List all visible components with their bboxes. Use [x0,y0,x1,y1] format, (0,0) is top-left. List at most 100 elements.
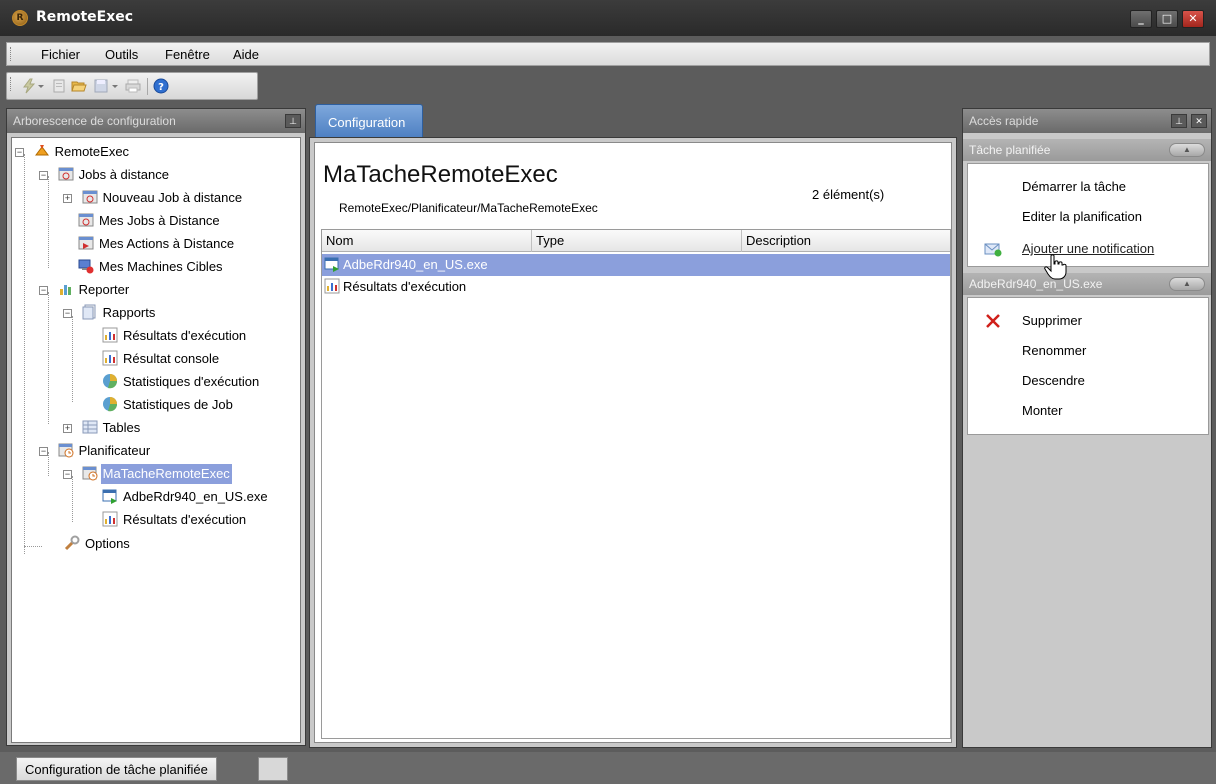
tree-node-jobs[interactable]: − Jobs à distance [39,165,171,185]
quick-access-title: Accès rapide [969,114,1039,128]
menu-fenetre[interactable]: Fenêtre [165,47,210,62]
tree-node-statistiques-job[interactable]: Statistiques de Job [102,395,235,415]
column-nom[interactable]: Nom [322,230,532,252]
tree-node-reporter[interactable]: − Reporter [39,280,131,300]
tree-node-resultat-console[interactable]: Résultat console [102,349,221,369]
menu-aide[interactable]: Aide [233,47,259,62]
reporter-icon [59,285,71,295]
scheduled-task-icon [82,466,98,481]
status-cell-empty [258,757,288,781]
collapse-toggle[interactable]: − [39,171,48,180]
section-body-tache: Démarrer la tâche Editer la planificatio… [967,163,1209,267]
tree-node-remoteexec[interactable]: − RemoteExec [15,142,131,162]
list-item[interactable]: AdbeRdr940_en_US.exe [322,254,950,276]
bar-chart-icon [102,327,118,343]
action-add-notification[interactable]: Ajouter une notification [968,236,1208,262]
remote-action-icon [78,236,94,250]
executable-icon [102,489,117,504]
status-text: Configuration de tâche planifiée [16,757,217,781]
dropdown-arrow-icon[interactable] [37,78,45,94]
action-move-down[interactable]: Descendre [968,368,1208,394]
menu-grip[interactable] [10,47,13,61]
tree-node-adberdr[interactable]: AdbeRdr940_en_US.exe [102,487,270,507]
tree-node-tables[interactable]: + Tables [63,418,142,438]
dropdown-arrow-icon[interactable] [111,78,119,94]
tree-line [72,316,73,402]
close-icon[interactable]: ✕ [1191,114,1207,128]
tree-node-mes-actions[interactable]: Mes Actions à Distance [78,234,236,254]
help-icon[interactable]: ? [153,78,169,94]
tree-node-resultats-execution[interactable]: Résultats d'exécution [102,326,248,346]
quick-access-header: Accès rapide ⊥ ✕ [963,109,1211,133]
tree-line [24,154,25,554]
tree-node-mes-machines[interactable]: Mes Machines Cibles [78,257,225,277]
chevron-up-icon[interactable]: ▲ [1169,277,1205,291]
collapse-toggle[interactable]: − [63,309,72,318]
column-description[interactable]: Description [742,230,950,252]
expand-toggle[interactable]: + [63,194,72,203]
action-delete[interactable]: Supprimer [968,308,1208,334]
action-rename[interactable]: Renommer [968,338,1208,364]
section-title: Tâche planifiée [969,143,1051,157]
open-folder-icon[interactable] [71,78,87,94]
bar-chart-icon [324,278,340,294]
collapse-toggle[interactable]: − [15,148,24,157]
bar-chart-icon [102,350,118,366]
list-header: Nom Type Description [322,230,950,252]
expand-toggle[interactable]: + [63,424,72,433]
tree-node-planificateur[interactable]: − Planificateur [39,441,152,461]
close-button[interactable]: ✕ [1182,10,1204,28]
section-header-tache[interactable]: Tâche planifiée ▲ [963,139,1211,161]
save-icon[interactable] [93,78,109,94]
tree-node-resultats-execution-task[interactable]: Résultats d'exécution [102,510,248,530]
collapse-toggle[interactable]: − [39,447,48,456]
reports-icon [82,304,96,320]
configuration-panel: MaTacheRemoteExec RemoteExec/Planificate… [309,137,957,748]
action-start-task[interactable]: Démarrer la tâche [968,174,1208,200]
pin-icon[interactable]: ⊥ [285,114,301,128]
title-bar: R RemoteExec _ □ ✕ [0,0,1216,36]
tree-node-rapports[interactable]: − Rapports [63,303,157,323]
app-logo-icon: R [12,10,28,26]
action-move-up[interactable]: Monter [968,398,1208,424]
tab-configuration[interactable]: Configuration [315,104,423,138]
column-type[interactable]: Type [532,230,742,252]
breadcrumb: RemoteExec/Planificateur/MaTacheRemoteEx… [339,201,598,215]
tree-node-mes-jobs[interactable]: Mes Jobs à Distance [78,211,222,231]
print-icon[interactable] [125,78,141,94]
config-tree: − RemoteExec − Jobs à distance + Nouveau… [11,137,301,743]
run-icon[interactable] [21,78,37,94]
wrench-icon [64,535,80,551]
chevron-up-icon[interactable]: ▲ [1169,143,1205,157]
tree-node-nouveau-job[interactable]: + Nouveau Job à distance [63,188,244,208]
tree-node-options[interactable]: Options [64,534,132,554]
maximize-button[interactable]: □ [1156,10,1178,28]
collapse-toggle[interactable]: − [63,470,72,479]
new-icon[interactable] [51,78,67,94]
tree-node-statistiques-execution[interactable]: Statistiques d'exécution [102,372,261,392]
action-edit-schedule[interactable]: Editer la planification [968,204,1208,230]
item-count: 2 élément(s) [812,187,885,202]
config-tree-title: Arborescence de configuration [13,114,176,128]
remote-job-icon [78,213,94,227]
hand-cursor-icon [1044,254,1067,280]
section-header-file[interactable]: AdbeRdr940_en_US.exe ▲ [963,273,1211,295]
collapse-toggle[interactable]: − [39,286,48,295]
tree-node-matache[interactable]: − MaTacheRemoteExec [63,464,232,484]
toolbar-grip[interactable] [10,77,13,91]
scheduler-icon [58,443,74,458]
remoteexec-icon [34,145,49,156]
toolbar: ? [6,72,258,100]
pin-icon[interactable]: ⊥ [1171,114,1187,128]
list-item[interactable]: Résultats d'exécution [322,276,950,298]
executable-icon [324,257,339,272]
pie-chart-icon [103,374,118,389]
config-tree-panel: Arborescence de configuration ⊥ − Remote… [6,108,306,746]
page-title: MaTacheRemoteExec [323,161,558,188]
remote-job-icon [58,167,74,181]
menu-fichier[interactable]: Fichier [41,47,80,62]
minimize-button[interactable]: _ [1130,10,1152,28]
target-machines-icon [78,259,94,274]
menu-outils[interactable]: Outils [105,47,138,62]
list-item-name: AdbeRdr940_en_US.exe [343,257,488,272]
